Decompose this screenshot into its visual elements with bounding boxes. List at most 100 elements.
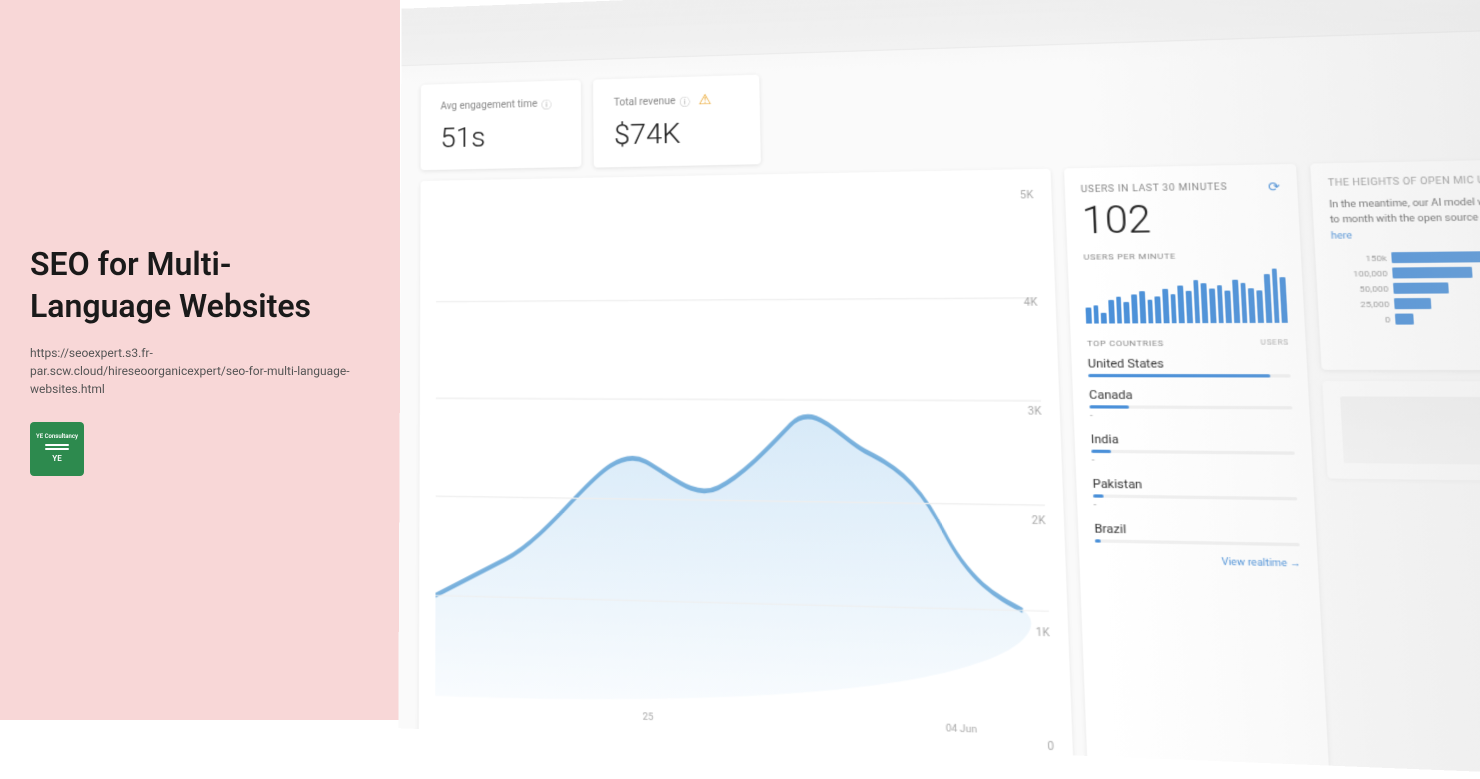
bar-6 <box>1124 302 1130 323</box>
right-card-secondary <box>1322 381 1480 482</box>
logo-badge: YE Consultancy YE <box>30 422 84 476</box>
bar-26 <box>1280 277 1288 323</box>
revenue-label: Total revenue ⓘ ⚠ <box>614 91 739 110</box>
logo-subtext: YE <box>52 454 61 464</box>
bar-22 <box>1248 288 1255 323</box>
bar-24 <box>1264 274 1272 323</box>
country-row-ca: Canada - <box>1089 388 1293 423</box>
analytics-screenshot: Avg engagement time ⓘ 51s Total revenue … <box>398 0 1480 779</box>
info-icon: ⓘ <box>541 97 551 112</box>
h-bar-fill-2 <box>1392 267 1472 279</box>
h-bar-row-2: 100,000 <box>1333 266 1480 279</box>
bar-16 <box>1201 283 1208 323</box>
page-title: SEO for Multi-Language Websites <box>30 244 370 327</box>
country-row-br: Brazil <box>1094 522 1300 547</box>
bar-14 <box>1186 291 1193 323</box>
country-row-pk: Pakistan - <box>1092 477 1298 514</box>
bar-5 <box>1116 297 1123 324</box>
x-label-25: 25 <box>643 712 654 723</box>
h-bar-label-2: 100,000 <box>1333 268 1388 278</box>
users-bar-chart <box>1084 269 1288 324</box>
y-label-2k: 2K <box>1032 516 1046 528</box>
horizontal-bar-chart: 150k 100,000 50,000 25,000 <box>1332 251 1480 326</box>
bar-25 <box>1271 269 1279 323</box>
country-bar-fill-us <box>1088 374 1270 378</box>
y-label-4k: 4K <box>1024 297 1038 309</box>
country-name-ca: Canada <box>1089 388 1292 403</box>
top-countries-label: TOP COUNTRIES USERS <box>1087 338 1289 348</box>
country-name-pk: Pakistan <box>1092 477 1297 494</box>
h-bar-fill-1 <box>1391 251 1480 263</box>
right-card-text: In the meantime, our AI model will guess… <box>1329 194 1480 244</box>
bar-18 <box>1217 285 1224 323</box>
y-label-5k: 5K <box>1020 190 1034 202</box>
country-bar-fill-br <box>1095 539 1101 542</box>
logo-text: YE Consultancy <box>36 433 78 441</box>
country-bar-br <box>1095 539 1300 546</box>
y-label-3k: 3K <box>1028 406 1042 418</box>
h-bar-label-3: 50,000 <box>1334 284 1389 294</box>
page-url: https://seoexpert.s3.fr-par.scw.cloud/hi… <box>30 344 370 398</box>
analytics-content: Avg engagement time ⓘ 51s Total revenue … <box>398 0 1480 779</box>
bar-3 <box>1101 313 1107 324</box>
country-bar-fill-in <box>1091 450 1111 453</box>
country-name-in: India <box>1091 432 1295 448</box>
right-card-main: THE HEIGHTS OF OPEN MIC USE In the meant… <box>1310 158 1480 370</box>
bar-17 <box>1209 288 1216 323</box>
revenue-value: $74K <box>614 115 739 151</box>
users-count: 102 <box>1081 198 1283 239</box>
country-bar-ca <box>1089 405 1292 409</box>
left-panel: SEO for Multi-Language Websites https://… <box>0 0 400 720</box>
right-panels: THE HEIGHTS OF OPEN MIC USE In the meant… <box>1310 158 1480 778</box>
view-realtime-link[interactable]: View realtime → <box>1095 554 1301 570</box>
engagement-card: Avg engagement time ⓘ 51s <box>421 80 582 170</box>
x-label-jun: 04 Jun <box>946 723 978 735</box>
engagement-label: Avg engagement time ⓘ <box>441 96 561 114</box>
right-card-title: THE HEIGHTS OF OPEN MIC USE <box>1328 174 1480 189</box>
country-bar-us <box>1088 374 1291 378</box>
y-label-1k: 1K <box>1036 627 1050 640</box>
country-row-us: United States <box>1088 357 1291 378</box>
h-bar-label-4: 25,000 <box>1335 299 1390 309</box>
bar-7 <box>1131 294 1138 324</box>
country-name-us: United States <box>1088 357 1291 371</box>
bar-20 <box>1232 280 1240 323</box>
h-bar-row-5: 0 <box>1335 313 1480 325</box>
line-chart-svg <box>435 196 1053 718</box>
users-panel: USERS IN LAST 30 MINUTES ⟳ 102 USERS PER… <box>1064 164 1332 779</box>
country-row-in: India - <box>1091 432 1296 468</box>
country-bar-in <box>1091 450 1295 455</box>
bar-12 <box>1170 294 1177 324</box>
country-name-br: Brazil <box>1094 522 1299 540</box>
bar-8 <box>1139 291 1146 323</box>
users-per-min-label: USERS PER MINUTE <box>1083 250 1284 262</box>
h-bar-row-4: 25,000 <box>1335 297 1480 309</box>
h-bar-label-5: 0 <box>1335 314 1390 324</box>
h-bar-label-1: 150k <box>1332 253 1387 263</box>
bar-2 <box>1093 305 1099 324</box>
bar-4 <box>1108 299 1114 323</box>
line-chart-section: 5K 4K 3K 2K 1K 0 <box>419 169 1076 779</box>
h-bar-fill-5 <box>1395 314 1414 325</box>
y-label-0: 0 <box>1047 741 1054 754</box>
realtime-icon: ⟳ <box>1268 179 1281 194</box>
h-bar-row-3: 50,000 <box>1334 282 1480 295</box>
bar-19 <box>1225 291 1232 323</box>
h-bar-row-1: 150k <box>1332 251 1480 264</box>
bar-9 <box>1147 299 1154 323</box>
h-bar-fill-4 <box>1394 298 1431 309</box>
engagement-value: 51s <box>440 119 561 154</box>
main-content: 5K 4K 3K 2K 1K 0 <box>398 158 1480 779</box>
bar-1 <box>1086 308 1092 324</box>
logo-icon-line1 <box>45 444 69 446</box>
country-dash-in: - <box>1091 455 1295 468</box>
info-icon2: ⓘ <box>680 93 691 108</box>
bar-23 <box>1256 290 1263 323</box>
bar-13 <box>1177 286 1184 324</box>
revenue-card: Total revenue ⓘ ⚠ $74K <box>593 75 761 168</box>
bar-10 <box>1155 296 1162 323</box>
country-bar-fill-pk <box>1093 494 1103 497</box>
bar-15 <box>1193 280 1201 323</box>
bar-21 <box>1240 282 1248 323</box>
country-dash-pk: - <box>1093 500 1298 514</box>
